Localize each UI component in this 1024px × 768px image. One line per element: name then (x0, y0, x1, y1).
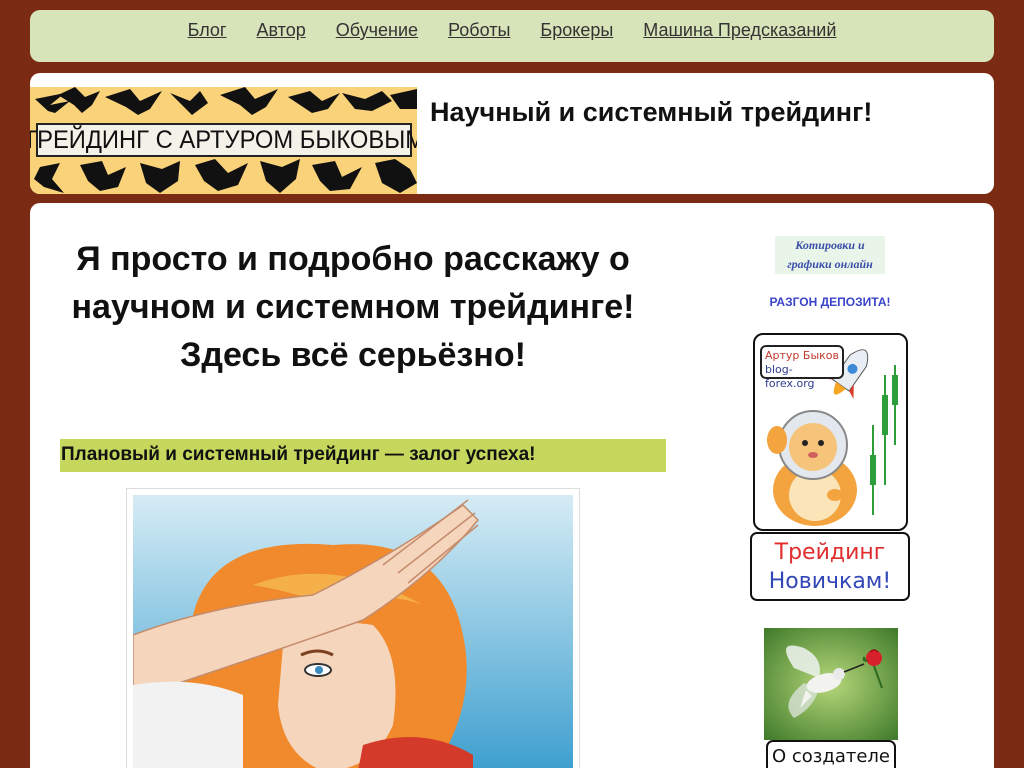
nav-link-author[interactable]: Автор (257, 20, 306, 41)
hero-image (126, 488, 580, 768)
quotes-charts-link[interactable]: Котировки и графики онлайн (775, 236, 885, 274)
site-header: ТРЕЙДИНГ С АРТУРОМ БЫКОВЫМ Научный и сис… (30, 73, 994, 194)
section-subheading: Плановый и системный трейдинг — залог ус… (60, 439, 666, 472)
hamster-astronaut-image: Артур Быков blog-forex.org (753, 333, 908, 531)
deposit-boost-link[interactable]: РАЗГОН ДЕПОЗИТА! (730, 295, 930, 309)
site-logo-banner[interactable]: ТРЕЙДИНГ С АРТУРОМ БЫКОВЫМ (30, 87, 417, 194)
main-content: Я просто и подробно расскажу о научном и… (30, 203, 994, 768)
beginners-button[interactable]: Трейдинг Новичкам! (750, 532, 910, 601)
page-headline: Я просто и подробно расскажу о научном и… (71, 240, 635, 374)
banner-title-plate: ТРЕЙДИНГ С АРТУРОМ БЫКОВЫМ (30, 123, 417, 157)
top-navigation: Блог Автор Обучение Роботы Брокеры Машин… (30, 10, 994, 62)
hummingbird-image (764, 628, 898, 740)
beginners-button-line1: Трейдинг (774, 540, 886, 565)
site-title: Научный и системный трейдинг! (430, 97, 873, 127)
author-tag: Артур Быков blog-forex.org (760, 345, 844, 390)
nav-link-training[interactable]: Обучение (336, 20, 418, 41)
saluting-girl-illustration (133, 495, 573, 768)
hummingbird-icon (764, 628, 898, 740)
quotes-link-line1: Котировки и (795, 238, 865, 252)
trading-for-beginners-banner[interactable]: Артур Быков blog-forex.org Трейдинг Нови… (750, 333, 910, 603)
quotes-link-line2: графики онлайн (787, 257, 873, 271)
beginners-button-line2: Новичкам! (768, 569, 892, 594)
about-creator-button[interactable]: О создателе (766, 740, 896, 768)
nav-link-blog[interactable]: Блог (188, 20, 227, 41)
nav-link-brokers[interactable]: Брокеры (540, 20, 613, 41)
author-tag-site: blog-forex.org (765, 363, 815, 390)
nav-link-robots[interactable]: Роботы (448, 20, 510, 41)
nav-link-prediction-machine[interactable]: Машина Предсказаний (643, 20, 836, 41)
about-creator-banner[interactable]: О создателе (764, 628, 898, 768)
banner-title-text: ТРЕЙДИНГ С АРТУРОМ БЫКОВЫМ (30, 125, 417, 154)
author-tag-name: Артур Быков (765, 349, 839, 362)
